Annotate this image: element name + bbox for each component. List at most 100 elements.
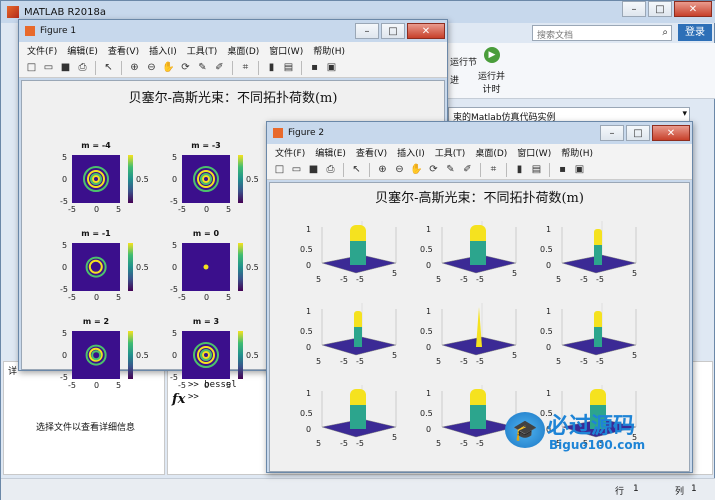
zoom-out-icon[interactable]: ⊖ [145,61,158,74]
axis-tick: 5 [62,329,68,338]
menu-item[interactable]: 编辑(E) [315,146,346,159]
surface-peak [354,327,362,347]
menu-item[interactable]: 插入(I) [397,146,425,159]
toolbar-separator [121,60,122,75]
legend-icon[interactable]: ▤ [530,163,543,176]
brush-icon[interactable]: ✐ [461,163,474,176]
axis-tick: 1 [306,307,312,316]
zoom-in-icon[interactable]: ⊕ [376,163,389,176]
menu-item[interactable]: 桌面(D) [475,146,507,159]
maximize-button[interactable]: □ [648,1,672,17]
open-icon[interactable]: ▭ [290,163,303,176]
surface-plot [310,383,400,441]
axis-tick: 0 [172,351,178,360]
hide-tools-icon[interactable]: ▪ [556,163,569,176]
save-icon[interactable]: ■ [59,61,72,74]
open-icon[interactable]: ▭ [42,61,55,74]
beam-ring [92,175,100,183]
link-icon[interactable]: ⌗ [487,163,500,176]
legend-icon[interactable]: ▤ [282,61,295,74]
menu-item[interactable]: 工具(T) [435,146,466,159]
data-cursor-icon[interactable]: ✎ [196,61,209,74]
new-file-icon[interactable]: □ [25,61,38,74]
new-file-icon[interactable]: □ [273,163,286,176]
menu-item[interactable]: 查看(V) [108,44,139,57]
print-icon[interactable]: ⎙ [324,163,337,176]
colorbar-icon[interactable]: ▮ [513,163,526,176]
ribbon: 运行节 进 ▶ 运行并 计时 [448,43,715,99]
run-time-label[interactable]: 运行并 计时 [478,69,505,95]
axis-tick: -5 [460,357,468,366]
close-button[interactable]: ✕ [674,1,712,17]
figure-1-minimize-button[interactable]: – [355,23,379,39]
menu-item[interactable]: 查看(V) [356,146,387,159]
zoom-out-icon[interactable]: ⊖ [393,163,406,176]
figure-2-minimize-button[interactable]: – [600,125,624,141]
surface-svg [561,303,637,356]
status-bar: 行 1 列 1 [1,478,715,500]
axis-tick: 5 [392,351,398,360]
axis-tick: 1 [546,389,552,398]
run-section-label[interactable]: 运行节 [450,55,477,68]
zoom-in-icon[interactable]: ⊕ [128,61,141,74]
print-icon[interactable]: ⎙ [76,61,89,74]
menu-item[interactable]: 桌面(D) [227,44,259,57]
link-icon[interactable]: ⌗ [239,61,252,74]
axis-tick: 1 [546,307,552,316]
colorbar-icon[interactable]: ▮ [265,61,278,74]
row-value: 1 [633,484,639,494]
menu-item[interactable]: 窗口(W) [269,44,303,57]
colorbar [128,331,133,379]
save-icon[interactable]: ■ [307,163,320,176]
figure-2-close-button[interactable]: ✕ [652,125,690,141]
data-cursor-icon[interactable]: ✎ [444,163,457,176]
menu-item[interactable]: 窗口(W) [517,146,551,159]
menu-item[interactable]: 工具(T) [187,44,218,57]
dock-icon[interactable]: ▣ [325,61,338,74]
pointer-icon[interactable]: ↖ [102,61,115,74]
figure-1-close-button[interactable]: ✕ [407,23,445,39]
figure-2-maximize-button[interactable]: □ [626,125,650,141]
brush-icon[interactable]: ✐ [213,61,226,74]
chevron-down-icon[interactable]: ▾ [682,109,687,119]
colorbar-tick: 0.5 [136,175,149,184]
pan-icon[interactable]: ✋ [410,163,423,176]
dock-icon[interactable]: ▣ [573,163,586,176]
axis-tick: 5 [436,357,442,366]
menu-item[interactable]: 插入(I) [149,44,177,57]
axis-tick: -5 [580,275,588,284]
figure-icon [25,26,35,36]
axis-tick: 0.5 [420,409,433,418]
colorbar-tick: 0.5 [136,351,149,360]
menu-item[interactable]: 文件(F) [275,146,305,159]
rotate-icon[interactable]: ⟳ [179,61,192,74]
rotate-icon[interactable]: ⟳ [427,163,440,176]
axis-tick: -5 [356,439,364,448]
figure-1-maximize-button[interactable]: □ [381,23,405,39]
hide-tools-icon[interactable]: ▪ [308,61,321,74]
menu-item[interactable]: 帮助(H) [313,44,345,57]
axis-tick: -5 [178,205,186,214]
axis-tick: 5 [226,205,232,214]
toolbar-separator [480,162,481,177]
axis-tick: -5 [340,275,348,284]
axis-tick: 0 [62,351,68,360]
axis-tick: -5 [476,275,484,284]
pan-icon[interactable]: ✋ [162,61,175,74]
row-label: 行 [615,487,625,497]
surface-svg [321,221,397,274]
current-folder-path[interactable]: 束的Matlab仿真代码实例 ▾ [448,107,690,123]
pointer-icon[interactable]: ↖ [350,163,363,176]
minimize-button[interactable]: – [622,1,646,17]
advance-label[interactable]: 进 [450,73,459,86]
colorbar [238,243,243,291]
surface-plot [550,219,640,277]
menu-item[interactable]: 编辑(E) [67,44,98,57]
search-box[interactable]: 搜索文档 ⌕ [532,25,672,41]
menu-item[interactable]: 文件(F) [27,44,57,57]
run-time-icon[interactable]: ▶ [484,47,500,63]
menu-item[interactable]: 帮助(H) [561,146,593,159]
axis-tick: -5 [170,373,178,382]
login-button[interactable]: 登录 [678,24,712,41]
axis-tick: -5 [178,381,186,390]
